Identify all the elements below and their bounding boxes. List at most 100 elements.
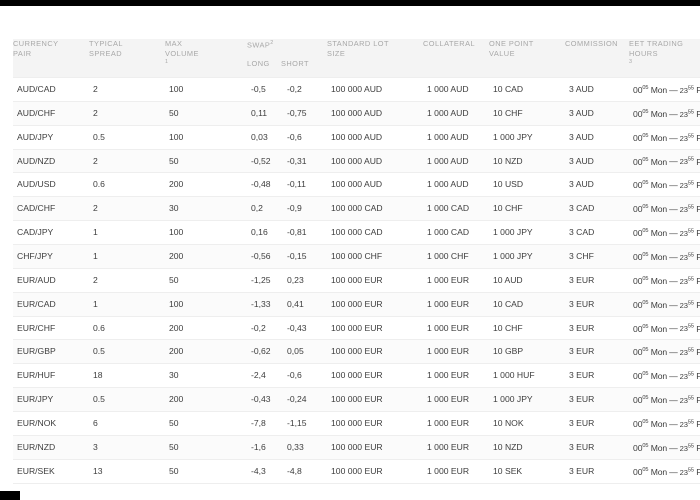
cell-max-volume: 50 [165, 268, 247, 293]
cell-one-point-value: 10 NOK [489, 411, 566, 436]
cell-currency-pair: EUR/HUF [13, 363, 89, 389]
cell-commission: 3 CAD [565, 196, 630, 222]
cell-commission: 3 CHF [565, 244, 630, 269]
table-row[interactable]: EUR/CAD 1 100 -1,33 0,41 100 000 EUR 1 000 EUR… [13, 292, 700, 317]
column-header-one-point-value[interactable]: ONE POINT VALUE [489, 39, 565, 78]
cell-swap-long: -0,43 [247, 387, 283, 413]
table-row[interactable]: AUD/USD 0.6 200 -0,48 -0,11 100 000 AUD 1 000 … [13, 172, 700, 198]
cell-max-volume: 200 [165, 172, 247, 198]
cell-one-point-value: 10 CAD [489, 77, 566, 102]
cell-typical-spread: 0.6 [89, 316, 165, 341]
cell-max-volume: 100 [165, 292, 247, 317]
cell-commission: 3 EUR [565, 268, 630, 293]
cell-collateral: 1 000 EUR [423, 411, 490, 436]
header-label-swap: SWAP2 [247, 39, 327, 50]
table-row[interactable]: AUD/CAD 2 100 -0,5 -0,2 100 000 AUD 1 000 AUD 1… [13, 77, 700, 102]
header-label-one-point-value: ONE POINT VALUE [489, 39, 534, 58]
cell-eet-trading-hours: 0005 Mon—2355 Fri [629, 387, 700, 413]
cell-typical-spread: 13 [89, 459, 165, 484]
cell-swap-short: 0,33 [283, 435, 328, 460]
cell-currency-pair: CHF/JPY [13, 244, 89, 269]
cell-eet-trading-hours: 0005 Mon—2355 Fri [629, 459, 700, 484]
cell-currency-pair: EUR/CAD [13, 292, 89, 317]
cell-one-point-value: 1 000 JPY [489, 125, 566, 150]
cell-commission: 3 EUR [565, 411, 630, 436]
table-row[interactable]: CHF/JPY 1 200 -0,56 -0,15 100 000 CHF 1 000 CH… [13, 244, 700, 269]
cell-commission: 3 AUD [565, 149, 630, 174]
cell-commission: 3 AUD [565, 101, 630, 126]
cell-swap-short: -0,81 [283, 220, 328, 246]
cell-one-point-value: 10 CHF [489, 101, 566, 126]
cell-typical-spread: 2 [89, 101, 165, 126]
cell-one-point-value: 10 NZD [489, 435, 566, 460]
cell-typical-spread: 6 [89, 411, 165, 436]
column-header-swap[interactable]: SWAP2 LONG SHORT [247, 39, 327, 78]
column-header-commission[interactable]: COMMISSION [565, 39, 629, 78]
column-header-swap-short[interactable]: SHORT [281, 59, 309, 69]
cell-max-volume: 100 [165, 77, 247, 102]
table-row[interactable]: CAD/JPY 1 100 0,16 -0,81 100 000 CAD 1 000 CAD… [13, 220, 700, 246]
cell-eet-trading-hours: 0005 Mon—2355 Fri [629, 363, 700, 389]
table-row[interactable]: EUR/NZD 3 50 -1,6 0,33 100 000 EUR 1 000 EUR 10… [13, 435, 700, 460]
cell-swap-long: -4,3 [247, 459, 283, 484]
cell-typical-spread: 1 [89, 244, 165, 269]
cell-typical-spread: 1 [89, 292, 165, 317]
cell-standard-lot-size: 100 000 EUR [327, 339, 424, 365]
cell-one-point-value: 1 000 JPY [489, 220, 566, 246]
cell-swap-short: -0,43 [283, 316, 328, 341]
cell-standard-lot-size: 100 000 AUD [327, 172, 424, 198]
table-row[interactable]: AUD/CHF 2 50 0,11 -0,75 100 000 AUD 1 000 AUD 1… [13, 101, 700, 126]
cell-swap-short: -0,31 [283, 149, 328, 174]
cell-typical-spread: 0.5 [89, 387, 165, 413]
cell-swap-short: -0,75 [283, 101, 328, 126]
column-header-standard-lot-size[interactable]: STANDARD LOT SIZE [327, 39, 423, 78]
column-header-swap-long[interactable]: LONG [247, 59, 281, 69]
column-header-typical-spread[interactable]: TYPICAL SPREAD [89, 39, 165, 78]
table-row[interactable]: EUR/CHF 0.6 200 -0,2 -0,43 100 000 EUR 1 000 E… [13, 316, 700, 341]
cell-one-point-value: 10 AUD [489, 268, 566, 293]
table-row[interactable]: AUD/JPY 0.5 100 0,03 -0,6 100 000 AUD 1 000 AU… [13, 125, 700, 150]
cell-swap-short: 0,23 [283, 268, 328, 293]
column-header-eet-trading-hours[interactable]: EET TRADING HOURS 3 [629, 39, 700, 78]
cell-eet-trading-hours: 0005 Mon—2355 Fri [629, 77, 700, 102]
header-label-currency-pair: CURRENCY PAIR [13, 39, 59, 58]
cell-collateral: 1 000 AUD [423, 172, 490, 198]
cell-eet-trading-hours: 0005 Mon—2355 Fri [629, 101, 700, 126]
cell-swap-long: -2,4 [247, 363, 283, 389]
column-header-max-volume[interactable]: MAX VOLUME 1 [165, 39, 247, 78]
spec-sheet: CURRENCY PAIR TYPICAL SPREAD MAX VOLUME 1… [0, 6, 700, 491]
cell-eet-trading-hours: 0005 Mon—2355 Fri [629, 125, 700, 150]
cell-swap-long: -7,8 [247, 411, 283, 436]
cell-swap-short: -0,11 [283, 172, 328, 198]
column-header-collateral[interactable]: COLLATERAL [423, 39, 489, 78]
cell-commission: 3 EUR [565, 316, 630, 341]
cell-typical-spread: 2 [89, 196, 165, 222]
cell-typical-spread: 3 [89, 435, 165, 460]
table-row[interactable]: CAD/CHF 2 30 0,2 -0,9 100 000 CAD 1 000 CAD 10 … [13, 196, 700, 222]
cell-eet-trading-hours: 0005 Mon—2355 Fri [629, 339, 700, 365]
cell-one-point-value: 1 000 JPY [489, 244, 566, 269]
cell-standard-lot-size: 100 000 CHF [327, 244, 424, 269]
table-row[interactable]: EUR/JPY 0.5 200 -0,43 -0,24 100 000 EUR 1 000 … [13, 387, 700, 413]
cell-currency-pair: CAD/CHF [13, 196, 89, 222]
cell-currency-pair: AUD/USD [13, 172, 89, 198]
cell-typical-spread: 1 [89, 220, 165, 246]
cell-swap-short: 0,41 [283, 292, 328, 317]
column-header-currency-pair[interactable]: CURRENCY PAIR [13, 39, 89, 78]
cell-max-volume: 100 [165, 125, 247, 150]
table-row[interactable]: AUD/NZD 2 50 -0,52 -0,31 100 000 AUD 1 000 AUD… [13, 149, 700, 174]
table-row[interactable]: EUR/AUD 2 50 -1,25 0,23 100 000 EUR 1 000 EUR 1… [13, 268, 700, 293]
table-row[interactable]: EUR/NOK 6 50 -7,8 -1,15 100 000 EUR 1 000 EUR 1… [13, 411, 700, 436]
header-label-typical-spread: TYPICAL SPREAD [89, 39, 123, 58]
cell-typical-spread: 0.5 [89, 125, 165, 150]
cell-collateral: 1 000 EUR [423, 316, 490, 341]
table-row[interactable]: EUR/HUF 18 30 -2,4 -0,6 100 000 EUR 1 000 EUR 1… [13, 363, 700, 389]
cell-collateral: 1 000 AUD [423, 149, 490, 174]
cell-swap-short: -0,6 [283, 125, 328, 150]
cell-swap-long: 0,2 [247, 196, 283, 222]
cell-max-volume: 30 [165, 363, 247, 389]
table-row[interactable]: EUR/GBP 0.5 200 -0,62 0,05 100 000 EUR 1 000 E… [13, 339, 700, 365]
table-row[interactable]: EUR/SEK 13 50 -4,3 -4,8 100 000 EUR 1 000 EUR 1… [13, 459, 700, 484]
cell-swap-long: -0,56 [247, 244, 283, 269]
cell-swap-short: -0,15 [283, 244, 328, 269]
